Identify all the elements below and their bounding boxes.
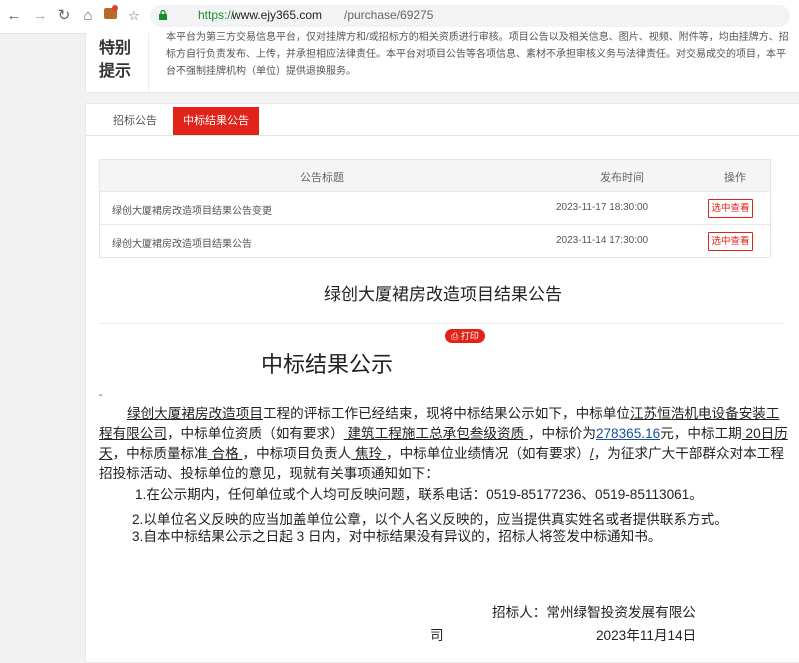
header-op: 操作: [724, 172, 746, 184]
tab-divider: [86, 135, 799, 136]
forward-icon[interactable]: →: [32, 8, 48, 24]
notice-item-3: 3.自本中标结果公示之日起 3 日内，对中标结果没有异议的，招标人将签发中标通知…: [132, 529, 662, 544]
header-title: 公告标题: [300, 172, 344, 184]
stray-dash: -: [99, 390, 103, 401]
text-segment: ，中标单位业绩情况（如有要求）: [386, 446, 590, 461]
text-segment: ，中标单位资质（如有要求）: [166, 426, 344, 441]
view-button[interactable]: 选中查看: [708, 232, 753, 251]
back-icon[interactable]: ←: [6, 8, 22, 24]
tab-award-result[interactable]: 中标结果公告: [173, 107, 259, 136]
project-name: 绿创大厦裙房改造项目: [127, 406, 263, 421]
notice-item-1: 1.在公示期内，任何单位或个人均可反映问题，联系电话：0519-85177236…: [135, 487, 703, 502]
text-segment: ，中标质量标准: [112, 446, 208, 461]
document-divider: [99, 323, 783, 324]
signature-date: 2023年11月14日: [596, 628, 697, 643]
winner-qualification: 建筑工程施工总承包叁级资质: [343, 426, 528, 441]
document-title: 绿创大厦裙房改造项目结果公告: [324, 285, 562, 304]
notice-divider: [148, 33, 149, 92]
notice-panel: 特别提示 本平台为第三方交易信息平台，仅对挂牌方和/或招标方的相关资质进行审核。…: [85, 32, 799, 93]
table-header: 公告标题 发布时间 操作: [100, 160, 770, 191]
table-row: 绿创大厦裙房改造项目结果公告 2023-11-14 17:30:00 选中查看: [100, 224, 770, 257]
lock-icon: [159, 10, 167, 20]
award-price: 278365.16: [595, 426, 661, 441]
text-segment: 工程的评标工作已经结束，现将中标结果公示如下，中标单位: [262, 406, 630, 421]
text-segment: ，中标价为: [527, 426, 596, 441]
text-segment: ，中标项目负责人: [242, 446, 352, 461]
reload-icon[interactable]: ↻: [56, 8, 72, 24]
document-heading: 中标结果公示: [261, 352, 394, 377]
table-row: 绿创大厦裙房改造项目结果公告变更 2023-11-17 18:30:00 选中查…: [100, 191, 770, 224]
quality-standard: 合格: [207, 446, 243, 461]
project-manager: 焦玲: [351, 446, 386, 461]
text-segment: 元，中标工期: [660, 426, 742, 441]
printer-icon: ⎙: [451, 331, 459, 341]
home-icon[interactable]: ⌂: [80, 8, 96, 24]
row-time: 2023-11-17 18:30:00: [556, 202, 649, 213]
header-time: 发布时间: [600, 172, 644, 184]
print-label: 打印: [460, 331, 479, 341]
view-button[interactable]: 选中查看: [708, 199, 753, 218]
url-scheme: https://: [198, 8, 235, 22]
announcement-table: 公告标题 发布时间 操作 绿创大厦裙房改造项目结果公告变更 2023-11-17…: [99, 159, 771, 258]
bookmark-star-icon[interactable]: ☆: [126, 8, 142, 24]
url-path: /purchase/69275: [344, 8, 434, 22]
row-title[interactable]: 绿创大厦裙房改造项目结果公告变更: [112, 202, 272, 217]
row-title[interactable]: 绿创大厦裙房改造项目结果公告: [112, 235, 252, 250]
notice-title: 特别提示: [99, 40, 132, 80]
tab-bid-announcement[interactable]: 招标公告: [100, 107, 170, 136]
tenderer-signature: 招标人：常州绿智投资发展有限公: [492, 605, 696, 620]
announcement-panel: 招标公告 中标结果公告 公告标题 发布时间 操作 绿创大厦裙房改造项目结果公告变…: [85, 103, 799, 663]
tenderer-signature-cont: 司: [430, 628, 444, 643]
print-button[interactable]: ⎙ 打印: [445, 329, 485, 343]
url-host: www.ejy365.com: [232, 8, 323, 22]
document-paragraph: 绿创大厦裙房改造项目工程的评标工作已经结束，现将中标结果公示如下，中标单位江苏恒…: [99, 404, 789, 484]
notice-text: 本平台为第三方交易信息平台，仅对挂牌方和/或招标方的相关资质进行审核。项目公告以…: [166, 32, 789, 77]
notification-dot-icon: [112, 5, 118, 11]
address-bar[interactable]: https:// www.ejy365.com /purchase/69275: [150, 5, 790, 27]
row-time: 2023-11-14 17:30:00: [556, 235, 649, 246]
